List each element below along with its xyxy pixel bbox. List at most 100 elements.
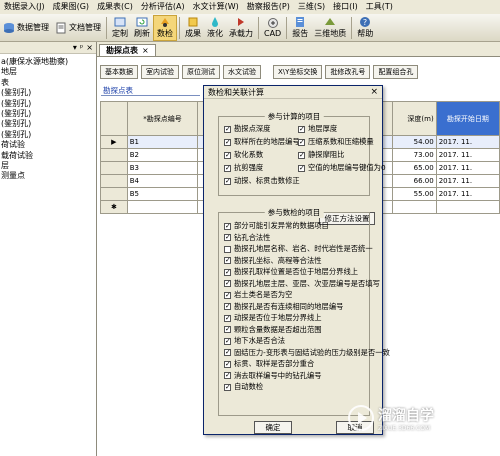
tree-node[interactable]: 荷试验 [0, 140, 96, 150]
checkbox[interactable] [224, 382, 231, 392]
checkbox[interactable] [224, 313, 231, 323]
batch-rename-button[interactable]: 批修改孔号 [325, 65, 371, 79]
panel-pin-icon[interactable]: ᵖ [80, 43, 83, 52]
checkbox[interactable] [224, 245, 231, 253]
col-header-depth[interactable]: 深度(m) [391, 101, 437, 136]
checkbox[interactable] [224, 370, 231, 380]
tree-node[interactable]: 表 [0, 78, 96, 88]
check-item-checkbox-row[interactable]: 勘探孔坐标、高程等合法性 [224, 255, 390, 266]
cell-start-date[interactable]: 2017. 11. [435, 174, 500, 188]
check-item-checkbox-row[interactable]: 部分可能引发异常的数据项目 [224, 221, 390, 231]
refresh-button[interactable]: 刷新 [131, 15, 153, 41]
calc-item-checkbox-row[interactable]: 静探摩阻比 [298, 150, 372, 160]
menu-item[interactable]: 三维(S) [294, 0, 329, 14]
row-indicator[interactable] [100, 174, 128, 188]
tree-node[interactable]: 测量点 [0, 171, 96, 181]
lab-test-button[interactable]: 室内试验 [141, 65, 179, 79]
tree-node[interactable]: (鉴别孔) [0, 130, 96, 140]
menu-item[interactable]: 成果表(C) [93, 0, 137, 14]
checkbox[interactable] [298, 124, 305, 134]
tree-node[interactable]: 载荷试验 [0, 151, 96, 161]
panel-close-icon[interactable]: × [86, 43, 93, 52]
cell-depth[interactable] [391, 200, 437, 214]
check-button[interactable]: 数检 [153, 14, 177, 41]
bearing-button[interactable]: 承载力 [226, 15, 256, 41]
auto-check-checkbox-row[interactable]: 自动数检 [224, 382, 390, 392]
cell-start-date[interactable]: 2017. 11. [435, 148, 500, 162]
checkbox[interactable] [224, 137, 231, 147]
check-item-checkbox-row[interactable]: 地下水是否合法 [224, 336, 390, 346]
check-item-checkbox-row[interactable]: 勘探孔地层名称、岩名、时代岩性是否统一 [224, 244, 390, 254]
menu-item[interactable]: 勘察报告(P) [243, 0, 294, 14]
help-button[interactable]: ? 帮助 [354, 15, 376, 41]
checkbox[interactable] [224, 359, 231, 369]
cell-start-date[interactable]: 2017. 11. [435, 161, 500, 175]
tree-node[interactable]: (鉴别孔) [0, 88, 96, 98]
tree-node[interactable]: (鉴别孔) [0, 109, 96, 119]
calc-item-checkbox-row[interactable]: 空值的地层编号键值为0 [298, 163, 386, 173]
check-item-checkbox-row[interactable]: 动探是否位于地层分界线上 [224, 313, 390, 323]
checkbox[interactable] [224, 347, 231, 357]
cell-start-date[interactable] [435, 200, 500, 214]
calc-item-checkbox-row[interactable]: 压缩系数和压缩模量 [298, 137, 374, 147]
combine-holes-button[interactable]: 配置组合孔 [373, 65, 419, 79]
tree-node[interactable]: 层 [0, 161, 96, 171]
cell-start-date[interactable]: 2017. 11. [435, 135, 500, 149]
custom-button[interactable]: 定制 [109, 15, 131, 41]
checkbox[interactable] [224, 124, 231, 134]
row-indicator[interactable] [100, 187, 128, 201]
check-item-checkbox-row[interactable]: 岩土类名是否为空 [224, 290, 390, 300]
calc-item-checkbox-row[interactable]: 动探、标贯击数修正 [224, 176, 300, 186]
menu-item[interactable]: 成果图(G) [49, 0, 93, 14]
dialog-close-icon[interactable]: × [370, 87, 378, 97]
doc-mgmt-button[interactable]: 文档管理 [52, 15, 104, 41]
cell-depth[interactable]: 66.00 [391, 174, 437, 188]
checkbox[interactable] [224, 255, 231, 265]
cell-start-date[interactable]: 2017. 11. [435, 187, 500, 201]
menu-item[interactable]: 分析评估(A) [137, 0, 189, 14]
checkbox[interactable] [298, 150, 305, 160]
checkbox[interactable] [224, 150, 231, 160]
cad-button[interactable]: CAD [261, 15, 284, 41]
checkbox[interactable] [224, 221, 231, 231]
col-header-start-date[interactable]: 勘探开始日期 [435, 101, 500, 136]
checkbox[interactable] [224, 301, 231, 311]
cell-id[interactable]: B3 [126, 161, 199, 175]
check-item-checkbox-row[interactable]: 勘探孔地层主层、亚层、次亚层编号是否填写 [224, 278, 390, 289]
cell-depth[interactable]: 54.00 [391, 135, 437, 149]
geo3d-button[interactable]: 三维地质 [311, 15, 349, 41]
tree-node[interactable]: 地层 [0, 67, 96, 77]
row-indicator[interactable]: ✱ [100, 200, 128, 214]
checkbox[interactable] [224, 176, 231, 186]
cell-id[interactable]: B2 [126, 148, 199, 162]
checkbox[interactable] [224, 278, 231, 288]
panel-dropdown-icon[interactable]: ▾ [73, 43, 77, 52]
calc-item-checkbox-row[interactable]: 地层厚度 [298, 124, 372, 134]
data-mgmt-button[interactable]: 数据管理 [0, 15, 52, 41]
checkbox[interactable] [298, 163, 305, 173]
check-item-checkbox-row[interactable]: 消去取样编号中的钻孔编号 [224, 370, 390, 381]
tree-node[interactable]: (鉴别孔) [0, 99, 96, 109]
checkbox[interactable] [224, 336, 231, 346]
cell-depth[interactable]: 65.00 [391, 161, 437, 175]
cell-id[interactable]: B5 [126, 187, 199, 201]
calc-item-checkbox-row[interactable]: 抗剪强度 [224, 163, 298, 173]
menu-item[interactable]: 水文计算(W) [189, 0, 243, 14]
row-indicator[interactable] [100, 161, 128, 175]
row-indicator[interactable] [100, 148, 128, 162]
menu-item[interactable]: 数据录入(J) [0, 0, 49, 14]
tree-node[interactable]: (鉴别孔) [0, 119, 96, 129]
checkbox[interactable] [224, 232, 231, 242]
cell-id[interactable]: B1 [126, 135, 199, 149]
check-item-checkbox-row[interactable]: 钻孔合法性 [224, 232, 390, 243]
cell-depth[interactable]: 73.00 [391, 148, 437, 162]
insitu-test-button[interactable]: 原位测试 [182, 65, 220, 79]
tab-exploration-points[interactable]: 勘探点表 × [99, 44, 156, 56]
checkbox[interactable] [224, 324, 231, 334]
checkbox[interactable] [224, 290, 231, 300]
ok-button[interactable]: 确定 [254, 421, 292, 434]
calc-item-checkbox-row[interactable]: 软化系数 [224, 150, 298, 160]
col-header-id[interactable]: *勘探点编号 [126, 101, 199, 136]
hydro-test-button[interactable]: 水文试验 [223, 65, 261, 79]
checkbox[interactable] [298, 137, 305, 147]
